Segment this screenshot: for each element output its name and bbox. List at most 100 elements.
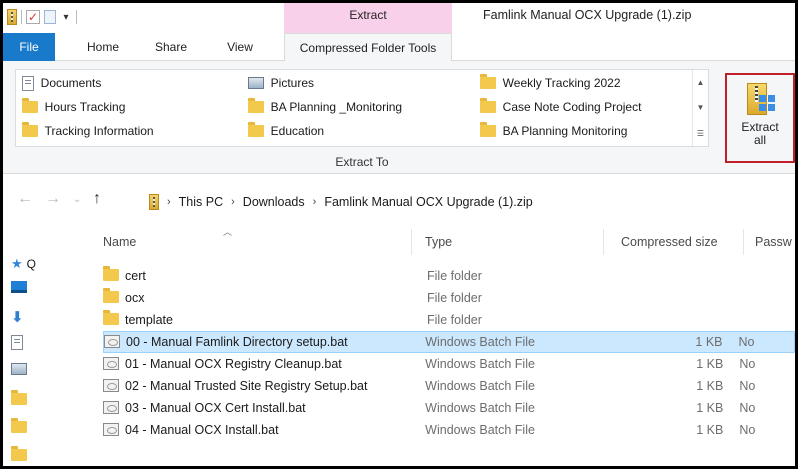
file-name: 01 - Manual OCX Registry Cleanup.bat bbox=[125, 357, 342, 371]
recent-locations-chevron-icon[interactable]: ⌄ bbox=[73, 194, 81, 205]
gallery-column: Weekly Tracking 2022 Case Note Coding Pr… bbox=[480, 73, 641, 141]
batch-file-icon bbox=[104, 335, 120, 349]
breadcrumb-this-pc[interactable]: This PC bbox=[179, 195, 223, 209]
file-name: 04 - Manual OCX Install.bat bbox=[125, 423, 279, 437]
breadcrumb-separator-icon[interactable]: › bbox=[231, 196, 235, 208]
folder-icon bbox=[11, 446, 27, 461]
tab-file[interactable]: File bbox=[3, 33, 55, 61]
scroll-down-icon[interactable]: ▼ bbox=[697, 103, 705, 112]
breadcrumb-separator-icon[interactable]: › bbox=[313, 196, 317, 208]
destination-case-note-coding[interactable]: Case Note Coding Project bbox=[480, 97, 641, 117]
folder-icon bbox=[248, 122, 264, 137]
forward-arrow-icon[interactable]: → bbox=[45, 190, 61, 208]
context-tab-header: Extract bbox=[284, 3, 452, 33]
list-item[interactable]: 03 - Manual OCX Cert Install.bat Windows… bbox=[103, 397, 795, 419]
list-item[interactable]: 01 - Manual OCX Registry Cleanup.bat Win… bbox=[103, 353, 795, 375]
nav-pictures[interactable] bbox=[11, 363, 27, 375]
column-divider[interactable] bbox=[411, 229, 412, 255]
pictures-icon bbox=[248, 77, 264, 89]
column-type[interactable]: Type bbox=[425, 235, 452, 249]
breadcrumb-downloads[interactable]: Downloads bbox=[243, 195, 305, 209]
column-password[interactable]: Passw bbox=[755, 235, 792, 249]
destination-label: Documents bbox=[40, 76, 102, 90]
destination-hours-tracking[interactable]: Hours Tracking bbox=[22, 97, 154, 117]
tab-compressed-folder-tools[interactable]: Compressed Folder Tools bbox=[284, 33, 452, 62]
nav-folder[interactable] bbox=[11, 446, 27, 461]
back-arrow-icon[interactable]: ← bbox=[17, 190, 33, 208]
file-type: Windows Batch File bbox=[425, 423, 535, 437]
tab-view[interactable]: View bbox=[218, 33, 262, 61]
folder-icon bbox=[480, 74, 496, 89]
destination-label: BA Planning _Monitoring bbox=[270, 100, 403, 114]
extract-to-gallery: Documents Hours Tracking Tracking Inform… bbox=[15, 69, 709, 147]
destination-weekly-tracking[interactable]: Weekly Tracking 2022 bbox=[480, 73, 641, 93]
compressed-size: 1 KB bbox=[696, 401, 724, 415]
tab-share[interactable]: Share bbox=[145, 33, 197, 61]
nav-documents[interactable] bbox=[11, 335, 23, 350]
password-protected: No bbox=[739, 401, 756, 415]
divider bbox=[21, 10, 22, 24]
folder-icon bbox=[480, 98, 496, 113]
nav-desktop[interactable] bbox=[11, 281, 27, 293]
file-type: File folder bbox=[427, 269, 482, 283]
destination-pictures[interactable]: Pictures bbox=[248, 73, 402, 93]
nav-downloads[interactable]: ⬇ bbox=[11, 308, 24, 326]
gallery-scrollbar[interactable]: ▲ ▼ ☰ bbox=[692, 70, 708, 146]
batch-file-icon bbox=[103, 401, 119, 415]
file-name: ocx bbox=[125, 291, 145, 305]
compressed-size: 1 KB bbox=[696, 423, 724, 437]
nav-folder[interactable] bbox=[11, 418, 27, 433]
list-item[interactable]: template File folder bbox=[103, 309, 795, 331]
window-title: Famlink Manual OCX Upgrade (1).zip bbox=[483, 8, 692, 22]
extract-all-icon bbox=[743, 81, 777, 117]
destination-documents[interactable]: Documents bbox=[22, 73, 154, 93]
tab-home[interactable]: Home bbox=[77, 33, 129, 61]
list-item[interactable]: ocx File folder bbox=[103, 287, 795, 309]
breadcrumb[interactable]: › This PC › Downloads › Famlink Manual O… bbox=[149, 194, 533, 210]
file-type: Windows Batch File bbox=[425, 379, 535, 393]
title-bar: ✓ ▾ Extract Famlink Manual OCX Upgrade (… bbox=[3, 3, 795, 33]
nav-quick-access[interactable]: ★ Q bbox=[11, 256, 36, 272]
list-item-selected[interactable]: 00 - Manual Famlink Directory setup.bat … bbox=[103, 331, 795, 353]
extract-all-label: Extract all bbox=[727, 121, 793, 147]
up-arrow-icon[interactable]: ↑ bbox=[93, 190, 101, 208]
column-divider[interactable] bbox=[603, 229, 604, 255]
customize-toolbar-dropdown-icon[interactable]: ▾ bbox=[60, 12, 72, 23]
column-name[interactable]: Name bbox=[103, 235, 136, 249]
file-name: 02 - Manual Trusted Site Registry Setup.… bbox=[125, 379, 368, 393]
column-divider[interactable] bbox=[743, 229, 744, 255]
extract-all-label-line1: Extract bbox=[741, 120, 779, 134]
pictures-icon bbox=[11, 363, 27, 375]
folder-icon bbox=[11, 418, 27, 433]
file-type: File folder bbox=[427, 291, 482, 305]
destination-tracking-information[interactable]: Tracking Information bbox=[22, 121, 154, 141]
file-name: 03 - Manual OCX Cert Install.bat bbox=[125, 401, 306, 415]
list-item[interactable]: 02 - Manual Trusted Site Registry Setup.… bbox=[103, 375, 795, 397]
destination-label: Weekly Tracking 2022 bbox=[502, 76, 621, 90]
breadcrumb-zip[interactable]: Famlink Manual OCX Upgrade (1).zip bbox=[324, 195, 532, 209]
extract-all-button[interactable]: Extract all bbox=[725, 73, 795, 163]
new-folder-icon[interactable] bbox=[44, 10, 56, 24]
desktop-icon bbox=[11, 281, 27, 293]
destination-label: Case Note Coding Project bbox=[502, 100, 642, 114]
destination-ba-planning-monitoring[interactable]: BA Planning Monitoring bbox=[480, 121, 641, 141]
list-item[interactable]: cert File folder bbox=[103, 265, 795, 287]
folder-icon bbox=[103, 288, 119, 305]
file-type: File folder bbox=[427, 313, 482, 327]
zip-folder-icon bbox=[7, 9, 17, 25]
destination-label: Education bbox=[270, 124, 325, 138]
nav-folder[interactable] bbox=[11, 390, 27, 405]
properties-check-icon[interactable]: ✓ bbox=[26, 10, 40, 24]
address-bar-row: ← → ⌄ ↑ › This PC › Downloads › Famlink … bbox=[3, 186, 795, 216]
nav-quick-access-label: Q bbox=[26, 257, 36, 271]
destination-education[interactable]: Education bbox=[248, 121, 402, 141]
destination-ba-planning-monitoring-underscore[interactable]: BA Planning _Monitoring bbox=[248, 97, 402, 117]
file-name: cert bbox=[125, 269, 146, 283]
column-compressed-size[interactable]: Compressed size bbox=[621, 235, 718, 249]
gallery-more-icon[interactable]: ☰ bbox=[697, 129, 704, 138]
gallery-column: Documents Hours Tracking Tracking Inform… bbox=[22, 73, 154, 141]
list-item[interactable]: 04 - Manual OCX Install.bat Windows Batc… bbox=[103, 419, 795, 441]
breadcrumb-separator-icon[interactable]: › bbox=[167, 196, 171, 208]
scroll-up-icon[interactable]: ▲ bbox=[697, 78, 705, 87]
explorer-window: ✓ ▾ Extract Famlink Manual OCX Upgrade (… bbox=[3, 3, 795, 466]
